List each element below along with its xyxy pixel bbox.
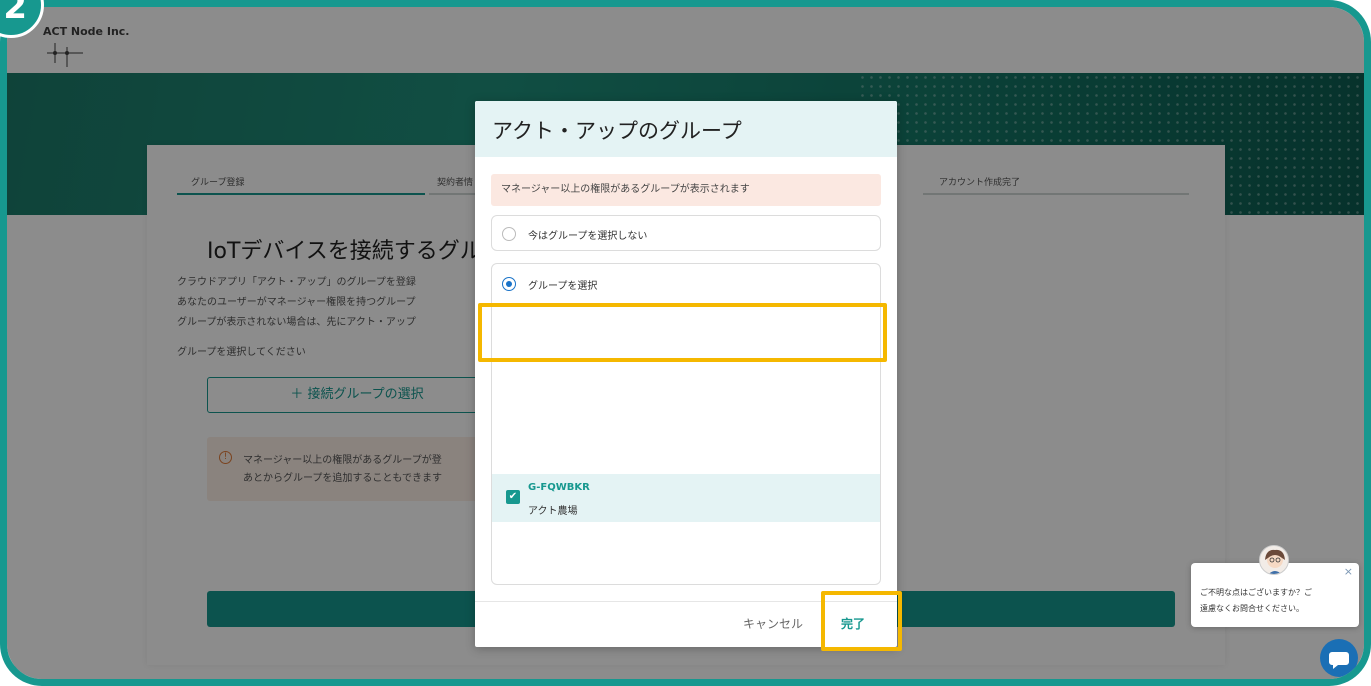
logo-mark-icon [47,43,83,67]
chat-icon-glyph [1329,652,1349,669]
chat-icon[interactable] [1320,639,1358,677]
highlight-done-button [821,591,902,651]
step-number: 2 [3,0,27,27]
modal-header: アクト・アップのグループ [475,101,897,157]
screen-frame: ACT Node Inc. グループ登録 契約者情 アカウント作成完了 IoTデ… [0,0,1371,686]
group-id: G-FQWBKR [528,482,590,493]
brand-logo: ACT Node Inc. [43,25,130,38]
chat-message: 遠慮なくお問合せください。 [1200,604,1304,613]
chat-message: ご不明な点はございますか？ご [1200,588,1312,597]
group-list-item[interactable]: ✔ G-FQWBKR アクト農場 [492,474,880,522]
modal-title: アクト・アップのグループ [492,119,742,143]
option-select-group-label: グループを選択 [528,281,598,292]
close-icon[interactable]: × [1344,565,1353,578]
cancel-button[interactable]: キャンセル [743,615,803,632]
group-select-modal: アクト・アップのグループ マネージャー以上の権限があるグループが表示されます 今… [475,101,897,647]
check-icon[interactable]: ✔ [506,490,520,504]
group-name: アクト農場 [528,506,578,517]
option-no-group[interactable]: 今はグループを選択しない [491,215,881,251]
permission-notice: マネージャー以上の権限があるグループが表示されます [491,174,881,206]
radio-select-group[interactable] [502,277,516,291]
highlight-group-item [478,303,887,362]
radio-no-group[interactable] [502,227,516,241]
option-no-group-label: 今はグループを選択しない [528,231,648,242]
chat-avatar [1259,545,1289,575]
page-background: ACT Node Inc. グループ登録 契約者情 アカウント作成完了 IoTデ… [7,7,1364,679]
